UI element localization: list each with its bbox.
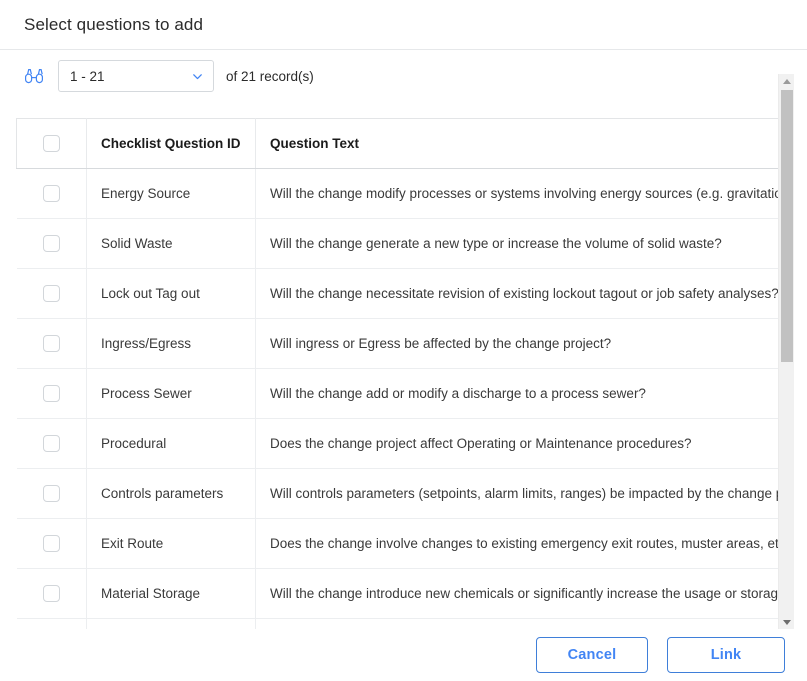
cell-question-text: Will the change add or modify a discharg… — [255, 368, 778, 419]
scroll-up-glyph — [782, 79, 791, 84]
row-checkbox[interactable] — [42, 485, 60, 502]
record-range-value: 1 - 21 — [70, 68, 105, 84]
questions-table-viewport: Checklist Question ID Question Text Ener… — [16, 118, 778, 630]
link-button[interactable]: Link — [667, 637, 785, 673]
scroll-up-arrow-icon[interactable] — [779, 74, 794, 89]
select-all-header-cell — [16, 118, 87, 169]
row-checkbox[interactable] — [42, 235, 60, 252]
cell-question-text: Does the change involve changes to exist… — [255, 518, 778, 569]
row-select-cell — [16, 518, 87, 569]
row-select-cell — [16, 268, 87, 319]
row-checkbox[interactable] — [42, 185, 60, 202]
row-checkbox[interactable] — [42, 335, 60, 352]
table-header-row: Checklist Question ID Question Text — [16, 118, 778, 169]
table-row[interactable]: Energy Source Will the change modify pro… — [16, 168, 778, 219]
table-row[interactable]: Controls parameters Will controls parame… — [16, 468, 778, 519]
row-select-cell — [16, 168, 87, 219]
cell-question-id: Ingress/Egress — [86, 318, 256, 369]
cell-question-text: Will the change generate a new type or i… — [255, 218, 778, 269]
select-all-checkbox[interactable] — [43, 135, 60, 152]
table-row[interactable]: Material Storage Will the change introdu… — [16, 568, 778, 619]
chevron-down-icon — [193, 73, 202, 79]
scrollbar-thumb[interactable] — [781, 90, 793, 362]
column-header-question-text[interactable]: Question Text — [255, 118, 778, 169]
scroll-down-arrow-icon[interactable] — [779, 615, 794, 630]
cell-question-text: Will the change introduce new chemicals … — [255, 568, 778, 619]
cell-question-id: Controls parameters — [86, 468, 256, 519]
cell-question-id: Solid Waste — [86, 218, 256, 269]
cell-question-text: Will the change necessitate revision of … — [255, 268, 778, 319]
record-toolbar: 1 - 21 of 21 record(s) — [0, 50, 807, 94]
cell-question-id: Exit Route — [86, 518, 256, 569]
row-select-cell — [16, 368, 87, 419]
row-select-cell — [16, 568, 87, 619]
cell-question-id: Procedural — [86, 418, 256, 469]
table-body: Energy Source Will the change modify pro… — [16, 168, 778, 630]
table-vertical-scrollbar[interactable] — [778, 74, 794, 630]
row-checkbox[interactable] — [42, 285, 60, 302]
cancel-button[interactable]: Cancel — [536, 637, 648, 673]
row-checkbox[interactable] — [42, 435, 60, 452]
row-select-cell — [16, 468, 87, 519]
table-header: Checklist Question ID Question Text — [16, 118, 778, 169]
table-row[interactable]: Exit Route Does the change involve chang… — [16, 518, 778, 569]
record-count-label: of 21 record(s) — [226, 68, 314, 84]
row-select-cell — [16, 218, 87, 269]
column-header-question-id[interactable]: Checklist Question ID — [86, 118, 256, 169]
row-select-cell — [16, 318, 87, 369]
questions-table: Checklist Question ID Question Text Ener… — [16, 118, 778, 630]
table-row[interactable]: Solid Waste Will the change generate a n… — [16, 218, 778, 269]
row-checkbox[interactable] — [42, 385, 60, 402]
row-checkbox[interactable] — [42, 585, 60, 602]
row-select-cell — [16, 418, 87, 469]
record-range-select[interactable]: 1 - 21 — [58, 60, 214, 92]
table-row[interactable]: Procedural Does the change project affec… — [16, 418, 778, 469]
cell-question-text: Will the change modify processes or syst… — [255, 168, 778, 219]
scroll-down-glyph — [782, 620, 791, 625]
cell-question-text: Will controls parameters (setpoints, ala… — [255, 468, 778, 519]
dialog-header: Select questions to add — [0, 0, 807, 50]
table-row[interactable]: Ingress/Egress Will ingress or Egress be… — [16, 318, 778, 369]
table-row[interactable]: Lock out Tag out Will the change necessi… — [16, 268, 778, 319]
cell-question-text: Does the change project affect Operating… — [255, 418, 778, 469]
page-title: Select questions to add — [24, 14, 204, 34]
cell-question-id: Energy Source — [86, 168, 256, 219]
row-checkbox[interactable] — [42, 535, 60, 552]
cell-question-id: Lock out Tag out — [86, 268, 256, 319]
binoculars-icon[interactable] — [24, 66, 44, 86]
table-row[interactable]: Process Sewer Will the change add or mod… — [16, 368, 778, 419]
cell-question-id: Process Sewer — [86, 368, 256, 419]
cell-question-text: Will ingress or Egress be affected by th… — [255, 318, 778, 369]
dialog-footer: Cancel Link — [0, 629, 807, 681]
cell-question-id: Material Storage — [86, 568, 256, 619]
